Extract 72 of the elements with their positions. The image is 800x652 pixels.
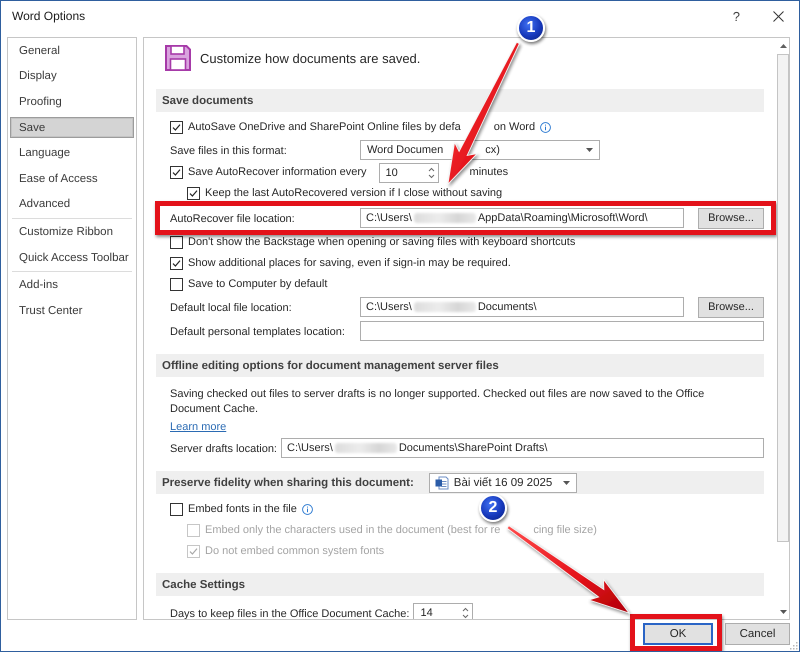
section-title: Cache Settings [162,578,246,590]
section-title: Preserve fidelity when sharing this document: [162,476,414,488]
scroll-thumb[interactable] [777,54,789,542]
window-title: Word Options [12,9,86,23]
caret-down-icon [586,148,593,152]
path-field[interactable]: C:\Users\ Documents\ [360,297,684,317]
section-title: Offline editing options for document management server files [162,360,499,372]
help-button[interactable]: ? [722,4,750,28]
ok-button[interactable]: OK [643,623,713,645]
checkbox[interactable] [187,187,200,200]
step-number-badge: 2 [479,494,507,522]
nav-item[interactable]: Language [10,142,134,164]
checkbox[interactable] [170,236,183,249]
spin-box[interactable]: 10 [378,162,439,182]
checkbox[interactable] [170,257,183,270]
caret-up-icon [780,44,786,48]
nav-item[interactable]: Trust Center [10,300,134,322]
field-label: Days to keep files in the Office Document Cache: [170,608,410,619]
path-field[interactable]: C:\Users\ Documents\SharePoint Drafts\ [281,438,764,458]
checkbox[interactable] [170,503,183,516]
section-title: Save documents [162,94,254,106]
field-label: AutoRecover file location: [170,213,295,225]
learn-more-link[interactable]: Learn more [170,420,226,435]
blur-patch [414,213,476,223]
nav-item[interactable]: Display [10,66,134,88]
browse-button[interactable]: Browse... [698,208,764,228]
checkbox[interactable] [170,121,183,134]
caret-down-icon [562,480,570,484]
document-icon [434,476,449,490]
checkbox-label: Embed fonts in the file [188,503,297,516]
field-label: Default local file location: [170,302,292,314]
checkbox[interactable] [170,278,183,291]
checkbox-label: Keep the last AutoRecovered version if I close without saving [205,187,502,200]
close-icon [772,10,784,22]
nav-item[interactable]: Add-ins [10,274,134,296]
path-field[interactable] [360,321,764,341]
caret-down-icon [780,610,786,614]
checkbox-label: Embed only the characters used in the document (best for re [205,524,500,537]
checkbox-label: Do not embed common system fonts [205,545,384,558]
nav-item[interactable]: Ease of Access [10,168,134,190]
checkbox-label: AutoSave OneDrive and SharePoint Online files by defa [188,121,461,134]
description-text: Saving checked out files to server drafts is no longer supported. Checked out files are now saved to the Office Document Cache. [170,387,706,417]
step-number-badge: 1 [517,14,545,42]
nav-item[interactable]: Quick Access Toolbar [10,246,134,268]
nav-item[interactable]: General [10,40,134,62]
up-down-arrows-icon [428,166,435,178]
checkbox-label: on Word [494,121,536,134]
unit-label: minutes [470,166,508,179]
checkbox-label: Save to Computer by default [188,278,328,291]
nav-item[interactable]: Customize Ribbon [10,221,134,243]
field-label: Default personal templates location: [170,326,345,338]
spin-box[interactable]: 14 [413,603,474,619]
resize-grip-icon [790,642,798,650]
blur-patch [414,302,476,312]
field-label: Server drafts location: [170,443,277,455]
page-heading: Customize how documents are saved. [200,50,420,66]
field-label: Save files in this format: [170,145,287,157]
format-dropdown[interactable]: Word Documen cx) [360,140,600,160]
checkbox-label: cing file size) [533,524,597,537]
browse-button[interactable]: Browse... [698,296,764,318]
checkbox-label: Save AutoRecover information every [188,166,367,179]
blur-patch [334,443,397,453]
checkbox-label: Show additional places for saving, even if sign-in may be required. [188,257,511,270]
checkbox[interactable] [170,166,183,179]
nav-item[interactable]: Save [10,116,134,138]
nav-item[interactable]: Proofing [10,91,134,113]
checkbox-label: Don't show the Backstage when opening or saving files with keyboard shortcuts [188,236,576,249]
document-dropdown[interactable]: Bài viết 16 09 2025 [428,472,577,492]
path-field[interactable]: C:\Users\ AppData\Roaming\Microsoft\Word\ [360,208,684,228]
cancel-button[interactable]: Cancel [725,623,790,645]
nav-item[interactable]: Advanced [10,194,134,216]
up-down-arrows-icon [462,607,470,619]
